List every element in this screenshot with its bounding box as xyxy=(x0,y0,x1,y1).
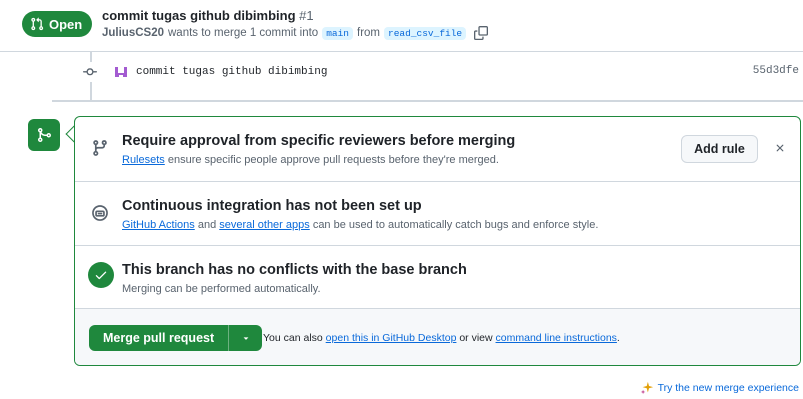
pr-meta: JuliusCS20 wants to merge 1 commit into … xyxy=(102,26,489,40)
timeline-divider xyxy=(52,100,803,102)
head-branch-tag[interactable]: read_csv_file xyxy=(384,26,467,40)
close-icon[interactable] xyxy=(771,139,789,157)
add-rule-button[interactable]: Add rule xyxy=(681,135,758,163)
ci-mid-text: and xyxy=(197,219,217,231)
git-branch-icon xyxy=(93,140,107,156)
conflicts-title: This branch has no conflicts with the ba… xyxy=(122,262,467,278)
ruleset-section: Require approval from specific reviewers… xyxy=(75,117,800,182)
open-desktop-link[interactable]: open this in GitHub Desktop xyxy=(326,332,457,344)
ci-section: Continuous integration has not been set … xyxy=(75,182,800,246)
ci-subtitle: GitHub Actions and several other apps ca… xyxy=(122,219,598,231)
base-branch-tag[interactable]: main xyxy=(322,26,354,40)
commit-message-link[interactable]: commit tugas github dibimbing xyxy=(136,66,327,78)
pr-header: Open commit tugas github dibimbing #1 Ju… xyxy=(0,0,803,52)
pr-author-link[interactable]: JuliusCS20 xyxy=(102,27,164,39)
ci-sub-text: can be used to automatically catch bugs … xyxy=(312,219,599,231)
ruleset-sub-text: ensure specific people approve pull requ… xyxy=(167,154,499,166)
pr-title-row: commit tugas github dibimbing #1 xyxy=(102,8,314,23)
sparkle-icon xyxy=(640,381,653,395)
git-commit-icon xyxy=(80,62,100,82)
pr-state-badge: Open xyxy=(22,11,93,37)
copy-icon[interactable] xyxy=(474,26,489,40)
merge-alt-prefix: You can also xyxy=(263,332,323,344)
other-apps-link[interactable]: several other apps xyxy=(219,219,310,231)
command-line-link[interactable]: command line instructions xyxy=(496,332,617,344)
ruleset-title: Require approval from specific reviewers… xyxy=(122,133,516,149)
pull-request-icon xyxy=(31,17,44,31)
commit-author-avatar[interactable] xyxy=(114,65,128,79)
merge-button-group: Merge pull request xyxy=(89,325,263,351)
merge-alt-mid: or view xyxy=(459,332,493,344)
try-new-merge-link[interactable]: Try the new merge experience xyxy=(640,381,799,395)
from-text: from xyxy=(357,27,381,39)
merge-pull-request-button[interactable]: Merge pull request xyxy=(89,325,229,351)
merge-section: Merge pull request You can also open thi… xyxy=(75,309,800,365)
workflow-icon xyxy=(92,205,108,221)
rulesets-link[interactable]: Rulesets xyxy=(122,154,165,166)
ruleset-subtitle: Rulesets ensure specific people approve … xyxy=(122,154,499,166)
github-actions-link[interactable]: GitHub Actions xyxy=(122,219,195,231)
pr-title: commit tugas github dibimbing xyxy=(102,8,296,23)
merge-method-dropdown[interactable] xyxy=(228,325,263,351)
merge-alternatives: You can also open this in GitHub Desktop… xyxy=(263,332,620,344)
pr-state-label: Open xyxy=(49,16,83,32)
ci-title: Continuous integration has not been set … xyxy=(122,198,422,214)
merge-box: Require approval from specific reviewers… xyxy=(74,116,801,366)
conflicts-section: This branch has no conflicts with the ba… xyxy=(75,246,800,309)
pr-number: #1 xyxy=(299,8,314,23)
pr-meta-text: wants to merge 1 commit into xyxy=(168,27,319,39)
conflicts-subtitle: Merging can be performed automatically. xyxy=(122,283,321,295)
git-merge-icon xyxy=(28,119,60,151)
triangle-down-icon xyxy=(243,337,248,340)
commit-row: commit tugas github dibimbing 55d3dfe xyxy=(80,60,803,84)
check-circle-icon xyxy=(88,262,114,288)
commit-sha-link[interactable]: 55d3dfe xyxy=(753,65,799,77)
merge-alt-suffix: . xyxy=(616,332,620,344)
try-new-merge-label[interactable]: Try the new merge experience xyxy=(658,382,799,394)
